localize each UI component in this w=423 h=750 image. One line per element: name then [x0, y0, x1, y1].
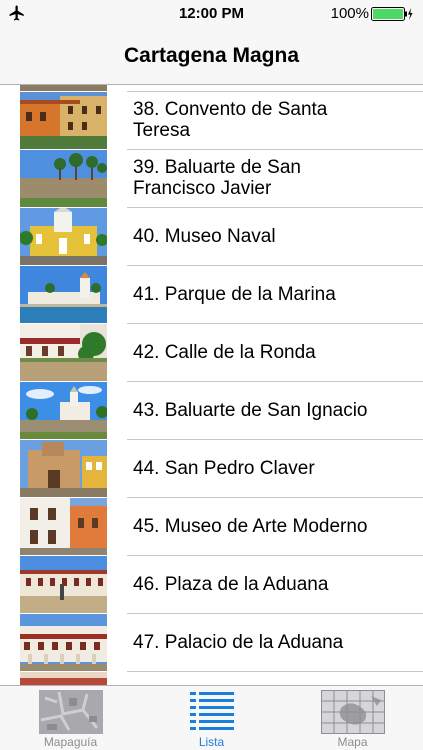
thumbnail-image — [20, 498, 107, 555]
battery-charging-icon — [371, 7, 413, 21]
page-title: Cartagena Magna — [123, 44, 300, 67]
thumbnail-image — [20, 208, 107, 265]
thumbnail-image — [20, 440, 107, 497]
tab-label: Mapaguía — [43, 735, 98, 749]
map-icon — [320, 690, 385, 734]
list-item-convento-santa-teresa[interactable]: 38. Convento de Santa Teresa — [0, 92, 423, 150]
list-item-label: 44. San Pedro Claver — [133, 458, 315, 479]
list-item-label: 45. Museo de Arte Moderno — [133, 516, 368, 537]
thumbnail-image — [20, 556, 107, 613]
list-icon — [189, 692, 234, 730]
thumbnail-image — [20, 92, 107, 149]
list-item-baluarte-san-francisco-javier[interactable]: 39. Baluarte de San Francisco Javier — [0, 150, 423, 208]
thumbnail-image — [20, 614, 107, 671]
list-item-plaza-de-la-aduana[interactable]: 46. Plaza de la Aduana — [0, 556, 423, 614]
list-item-label: 40. Museo Naval — [133, 226, 276, 247]
list-item-parque-de-la-marina[interactable]: 41. Parque de la Marina — [0, 266, 423, 324]
list-item-label: 47. Palacio de la Aduana — [133, 632, 344, 653]
tab-mapaguia[interactable]: Mapaguía — [0, 686, 141, 750]
list-item-label: 41. Parque de la Marina — [133, 284, 336, 305]
list-item-palacio-de-la-aduana[interactable]: 47. Palacio de la Aduana — [0, 614, 423, 672]
thumbnail-image — [20, 85, 107, 91]
thumbnail-image — [20, 324, 107, 381]
thumbnail-image — [20, 672, 107, 685]
list-item-label: 43. Baluarte de San Ignacio — [133, 400, 368, 421]
thumbnail-image — [20, 382, 107, 439]
list-item-label: 46. Plaza de la Aduana — [133, 574, 329, 595]
tab-bar: Mapaguía Lista Mapa — [0, 685, 423, 750]
list-item-museo-naval[interactable]: 40. Museo Naval — [0, 208, 423, 266]
tab-label: Mapa — [337, 735, 368, 749]
list-item-label: 42. Calle de la Ronda — [133, 342, 316, 363]
list-item-label: 38. Convento de Santa Teresa — [133, 99, 328, 141]
status-bar: 12:00 PM 100% — [0, 0, 423, 28]
list-item-calle-de-la-ronda[interactable]: 42. Calle de la Ronda — [0, 324, 423, 382]
tab-lista[interactable]: Lista — [141, 686, 282, 750]
places-list[interactable]: 38. Convento de Santa Teresa 39. Baluart… — [0, 85, 423, 685]
thumbnail-image — [20, 150, 107, 207]
list-item — [0, 672, 423, 685]
list-item-label: 39. Baluarte de San Francisco Javier — [133, 157, 301, 199]
list-item-museo-de-arte-moderno[interactable]: 45. Museo de Arte Moderno — [0, 498, 423, 556]
list-item — [0, 85, 423, 92]
list-item-san-pedro-claver[interactable]: 44. San Pedro Claver — [0, 440, 423, 498]
tab-label: Lista — [198, 735, 225, 749]
navigation-bar: Cartagena Magna — [0, 28, 423, 85]
battery-percent: 100% — [330, 5, 369, 22]
tab-mapa[interactable]: Mapa — [282, 686, 423, 750]
thumbnail-image — [20, 266, 107, 323]
guide-map-icon — [38, 690, 103, 734]
list-item-baluarte-san-ignacio[interactable]: 43. Baluarte de San Ignacio — [0, 382, 423, 440]
